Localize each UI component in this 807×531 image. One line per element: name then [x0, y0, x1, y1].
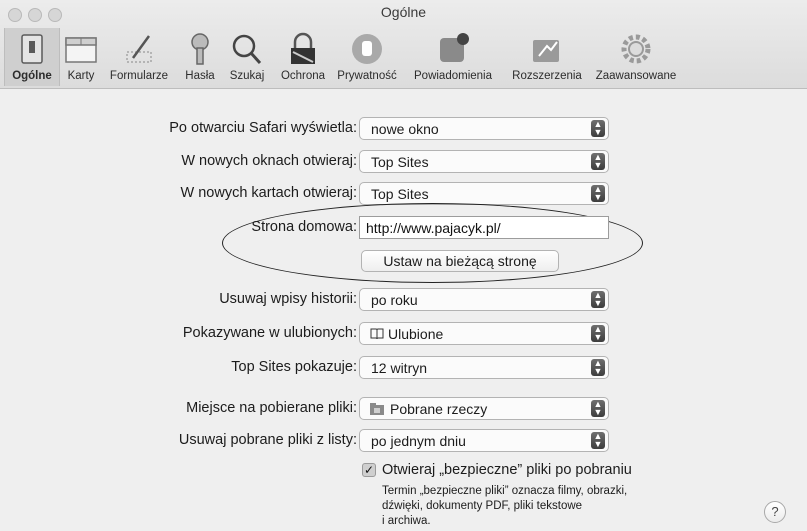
popup-arrows-icon: ▲ ▼: [591, 120, 605, 137]
new-windows-label: W nowych oknach otwieraj:: [181, 153, 357, 169]
tab-general-label: Ogólne: [12, 70, 52, 82]
book-icon: [370, 328, 384, 340]
safe-files-description-line: Termin „bezpieczne pliki” oznacza filmy,…: [382, 485, 628, 497]
new-windows-value: Top Sites: [371, 154, 429, 170]
tab-general[interactable]: Ogólne: [4, 28, 60, 86]
homepage-field[interactable]: http://www.pajacyk.pl/: [359, 216, 609, 239]
top-sites-popup[interactable]: 12 witryn ▲ ▼: [359, 356, 609, 379]
lock-icon: [291, 32, 315, 64]
new-tabs-value: Top Sites: [371, 186, 429, 202]
remove-downloads-label: Usuwaj pobrane pliki z listy:: [178, 432, 357, 448]
hand-icon: [352, 34, 382, 64]
switch-icon: [21, 34, 43, 64]
new-windows-popup[interactable]: Top Sites ▲ ▼: [359, 150, 609, 173]
preferences-window: Ogólne Ogólne Karty Formularze Hasła Szu…: [0, 0, 807, 531]
open-with-value: nowe okno: [371, 121, 439, 137]
history-popup[interactable]: po roku ▲ ▼: [359, 288, 609, 311]
safe-files-description-line: dźwięki, dokumenty PDF, pliki tekstowe: [382, 500, 583, 512]
tab-privacy[interactable]: Prywatność: [334, 28, 400, 86]
general-settings-pane: Po otwarciu Safari wyświetla: nowe okno …: [0, 89, 807, 531]
tab-autofill-label: Formularze: [109, 70, 169, 82]
tab-notifications[interactable]: Powiadomienia: [401, 28, 505, 86]
title-bar: Ogólne Ogólne Karty Formularze Hasła Szu…: [0, 0, 807, 89]
new-tabs-popup[interactable]: Top Sites ▲ ▼: [359, 182, 609, 205]
remove-downloads-popup[interactable]: po jednym dniu ▲ ▼: [359, 429, 609, 452]
tab-extensions-label: Rozszerzenia: [512, 70, 582, 82]
gear-icon: [621, 34, 651, 64]
tab-passwords-label: Hasła: [185, 70, 215, 82]
key-icon: [191, 33, 209, 65]
tab-tabs[interactable]: Karty: [60, 28, 102, 86]
tab-search[interactable]: Szukaj: [224, 28, 270, 86]
tab-security-label: Ochrona: [280, 70, 326, 82]
tab-autofill[interactable]: Formularze: [104, 28, 174, 86]
top-sites-value: 12 witryn: [371, 360, 428, 376]
safe-files-checkbox[interactable]: ✓: [362, 463, 376, 477]
tabs-icon: [65, 37, 97, 63]
popup-arrows-icon: ▲ ▼: [591, 359, 605, 376]
popup-arrows-icon: ▲ ▼: [591, 291, 605, 308]
tab-security[interactable]: Ochrona: [272, 28, 334, 86]
popup-arrows-icon: ▲ ▼: [591, 400, 605, 417]
help-button[interactable]: ?: [764, 501, 786, 523]
safe-files-label[interactable]: Otwieraj „bezpieczne” pliki po pobraniu: [382, 462, 632, 478]
tab-search-label: Szukaj: [229, 70, 265, 82]
tab-passwords[interactable]: Hasła: [176, 28, 224, 86]
puzzle-icon: [533, 40, 559, 62]
folder-icon: [370, 403, 384, 415]
history-value: po roku: [371, 292, 418, 308]
download-location-popup[interactable]: Pobrane rzeczy ▲ ▼: [359, 397, 609, 420]
tab-extensions[interactable]: Rozszerzenia: [505, 28, 589, 86]
download-location-value: Pobrane rzeczy: [390, 401, 488, 417]
tab-tabs-label: Karty: [67, 70, 95, 82]
favorites-label: Pokazywane w ulubionych:: [182, 325, 357, 341]
tab-notifications-label: Powiadomienia: [414, 70, 492, 82]
remove-downloads-value: po jednym dniu: [371, 433, 466, 449]
homepage-label: Strona domowa:: [251, 219, 357, 235]
favorites-value: Ulubione: [388, 326, 444, 342]
popup-arrows-icon: ▲ ▼: [591, 153, 605, 170]
favorites-popup[interactable]: Ulubione ▲ ▼: [359, 322, 609, 345]
homepage-value: http://www.pajacyk.pl/: [366, 220, 501, 236]
tab-advanced-label: Zaawansowane: [595, 70, 677, 82]
top-sites-label: Top Sites pokazuje:: [231, 359, 357, 375]
popup-arrows-icon: ▲ ▼: [591, 432, 605, 449]
history-label: Usuwaj wpisy historii:: [219, 291, 357, 307]
open-with-label: Po otwarciu Safari wyświetla:: [169, 120, 357, 136]
safe-files-description-line: i archiwa.: [382, 515, 431, 527]
new-tabs-label: W nowych kartach otwieraj:: [180, 185, 357, 201]
notification-icon: [440, 33, 469, 62]
open-with-popup[interactable]: nowe okno ▲ ▼: [359, 117, 609, 140]
magnifier-icon: [232, 34, 262, 65]
pencil-form-icon: [126, 35, 152, 63]
tab-advanced[interactable]: Zaawansowane: [590, 28, 682, 86]
tab-privacy-label: Prywatność: [337, 70, 397, 82]
download-location-label: Miejsce na pobierane pliki:: [186, 400, 357, 416]
popup-arrows-icon: ▲ ▼: [591, 325, 605, 342]
popup-arrows-icon: ▲ ▼: [591, 185, 605, 202]
set-current-page-button[interactable]: Ustaw na bieżącą stronę: [361, 250, 559, 272]
window-title: Ogólne: [380, 4, 427, 20]
